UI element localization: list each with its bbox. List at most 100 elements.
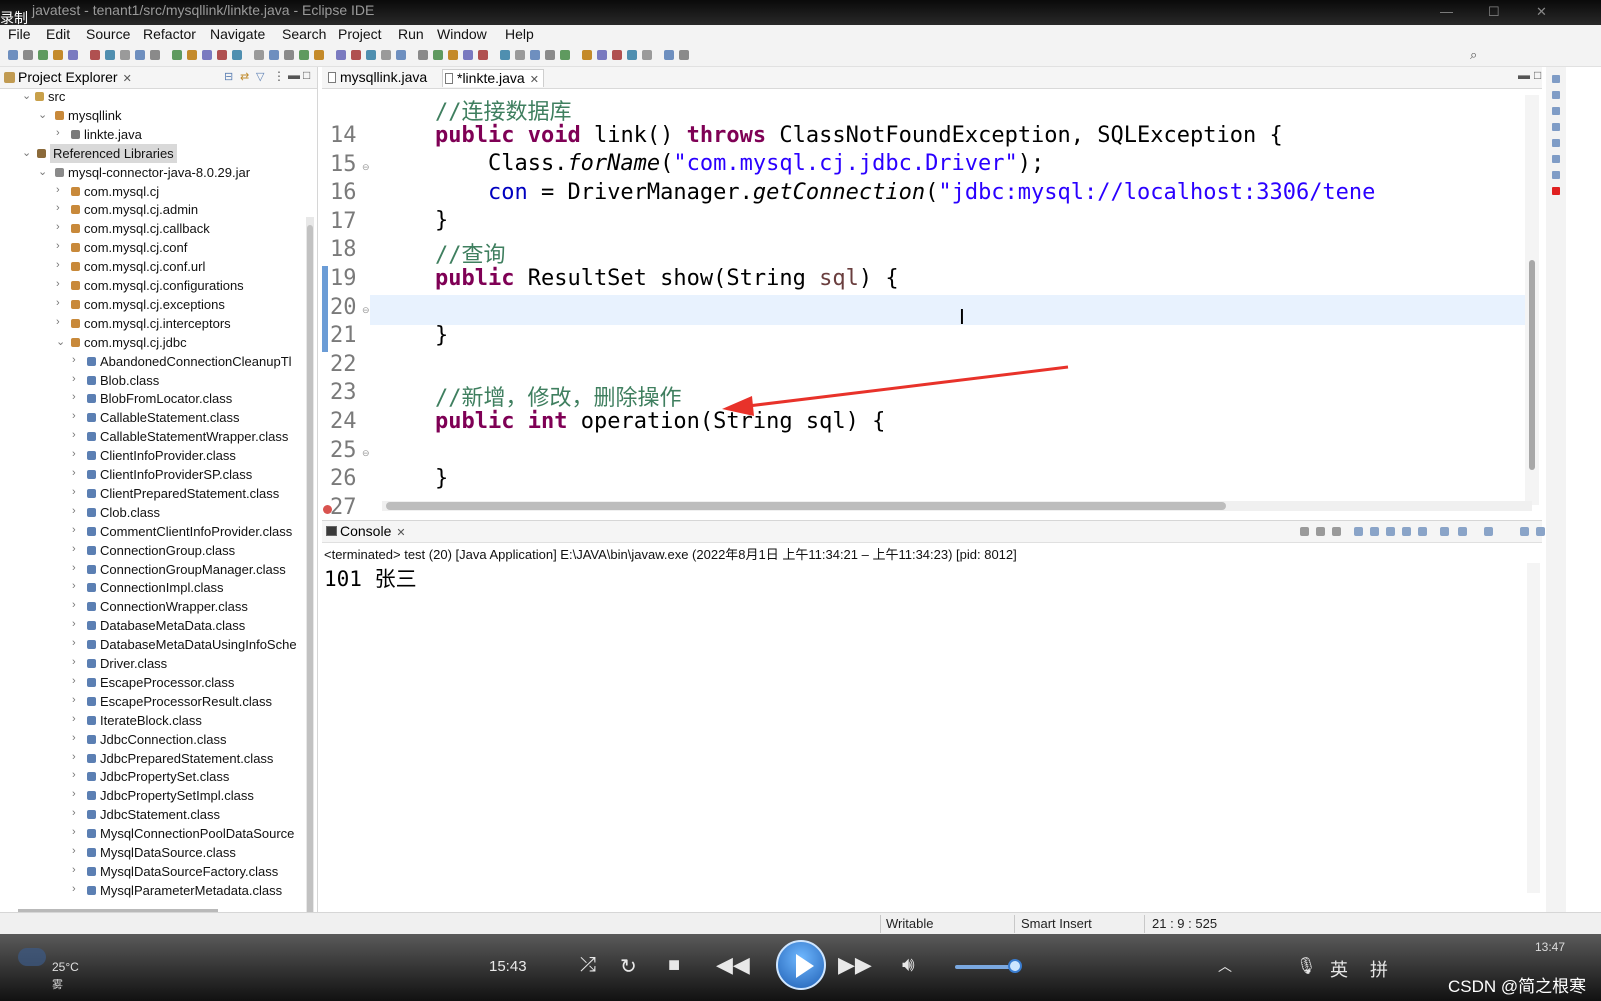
tree-item[interactable]: MysqlDataSourceFactory.class (100, 862, 278, 881)
microphone-icon[interactable]: 🎙︎ (1296, 956, 1316, 976)
show-on-error-icon[interactable] (1418, 527, 1427, 536)
minimize-view-icon[interactable]: ▬ (288, 68, 300, 82)
tree-item[interactable]: com.mysql.cj.jdbc (84, 333, 187, 352)
chevron-right-icon[interactable]: › (72, 524, 76, 536)
toolbar-button-icon[interactable] (597, 50, 607, 60)
tree-item[interactable]: MysqlConnectionPoolDataSource (100, 824, 294, 843)
trim-view-icon[interactable] (1552, 75, 1560, 83)
tree-item[interactable]: ClientInfoProviderSP.class (100, 465, 252, 484)
scrollbar-thumb[interactable] (1529, 260, 1535, 470)
toolbar-button-icon[interactable] (381, 50, 391, 60)
chevron-right-icon[interactable]: › (72, 675, 76, 687)
chevron-right-icon[interactable]: › (56, 240, 60, 252)
tree-item[interactable]: JdbcPreparedStatement.class (100, 749, 273, 768)
toolbar-button-icon[interactable] (232, 50, 242, 60)
toolbar-button-icon[interactable] (120, 50, 130, 60)
chevron-right-icon[interactable]: › (72, 410, 76, 422)
collapse-all-icon[interactable]: ⊟ (224, 70, 233, 83)
toolbar-button-icon[interactable] (135, 50, 145, 60)
toolbar-button-icon[interactable] (269, 50, 279, 60)
chevron-right-icon[interactable]: › (72, 448, 76, 460)
chevron-down-icon[interactable]: ⌄ (56, 335, 65, 348)
chevron-right-icon[interactable]: › (56, 221, 60, 233)
toolbar-button-icon[interactable] (448, 50, 458, 60)
tree-item[interactable]: com.mysql.cj.interceptors (84, 314, 231, 333)
trim-view-icon[interactable] (1552, 91, 1560, 99)
chevron-right-icon[interactable]: › (56, 278, 60, 290)
toolbar-button-icon[interactable] (8, 50, 18, 60)
menu-navigate[interactable]: Navigate (210, 26, 265, 42)
chevron-down-icon[interactable]: ⌄ (38, 108, 47, 121)
editor-vertical-scrollbar[interactable] (1525, 95, 1539, 505)
chevron-right-icon[interactable]: › (72, 373, 76, 385)
display-console-icon[interactable] (1458, 527, 1467, 536)
tree-item[interactable]: BlobFromLocator.class (100, 389, 232, 408)
tree-item[interactable]: com.mysql.cj.exceptions (84, 295, 225, 314)
tree-item[interactable]: DatabaseMetaDataUsingInfoSche (100, 635, 297, 654)
menu-help[interactable]: Help (505, 26, 534, 42)
chevron-right-icon[interactable]: › (72, 807, 76, 819)
word-wrap-icon[interactable] (1386, 527, 1395, 536)
minimize-icon[interactable]: — (1440, 4, 1453, 19)
toolbar-button-icon[interactable] (612, 50, 622, 60)
tab-project-explorer[interactable]: Project Explorer ✕ (4, 69, 132, 87)
trim-view-icon[interactable] (1552, 107, 1560, 115)
chevron-right-icon[interactable]: › (72, 845, 76, 857)
menu-window[interactable]: Window (437, 26, 487, 42)
code-line[interactable]: } (382, 466, 448, 491)
chevron-right-icon[interactable]: › (72, 751, 76, 763)
toolbar-button-icon[interactable] (187, 50, 197, 60)
toolbar-button-icon[interactable] (254, 50, 264, 60)
chevron-right-icon[interactable]: › (72, 732, 76, 744)
tree-item[interactable]: ClientInfoProvider.class (100, 446, 236, 465)
trim-view-icon[interactable] (1552, 171, 1560, 179)
chevron-right-icon[interactable]: › (72, 391, 76, 403)
trim-view-icon[interactable] (1552, 155, 1560, 163)
toolbar-button-icon[interactable] (679, 50, 689, 60)
toolbar-button-icon[interactable] (314, 50, 324, 60)
tab-linkte-java[interactable]: *linkte.java ✕ (442, 69, 544, 87)
maximize-icon[interactable]: ☐ (1488, 4, 1500, 20)
menu-edit[interactable]: Edit (46, 26, 70, 42)
chevron-right-icon[interactable]: › (72, 694, 76, 706)
toolbar-button-icon[interactable] (105, 50, 115, 60)
tree-item[interactable]: ClientPreparedStatement.class (100, 484, 279, 503)
fold-icon[interactable]: ⊖ (362, 305, 370, 316)
tree-item[interactable]: IterateBlock.class (100, 711, 202, 730)
tree-item[interactable]: JdbcPropertySetImpl.class (100, 786, 254, 805)
tree-item[interactable]: com.mysql.cj.conf.url (84, 257, 205, 276)
chevron-right-icon[interactable]: › (72, 637, 76, 649)
chevron-right-icon[interactable]: › (72, 562, 76, 574)
tree-item[interactable]: com.mysql.cj (84, 182, 159, 201)
toolbar-button-icon[interactable] (336, 50, 346, 60)
chevron-right-icon[interactable]: › (72, 864, 76, 876)
chevron-right-icon[interactable]: › (72, 883, 76, 895)
chevron-right-icon[interactable]: › (72, 505, 76, 517)
remove-launch-icon[interactable] (1316, 527, 1325, 536)
tree-item[interactable]: DatabaseMetaData.class (100, 616, 245, 635)
volume-knob[interactable] (1008, 959, 1022, 973)
filter-icon[interactable]: ▽ (256, 70, 264, 83)
ime-language[interactable]: 英 (1330, 956, 1348, 982)
close-icon[interactable]: ✕ (396, 527, 405, 539)
view-menu-icon[interactable]: ⋮ (273, 69, 285, 83)
toolbar-button-icon[interactable] (172, 50, 182, 60)
code-line[interactable]: Class.forName("com.mysql.cj.jdbc.Driver"… (382, 151, 1044, 176)
volume-slider[interactable] (955, 965, 1015, 969)
code-line[interactable]: public ResultSet show(String sql) { (382, 266, 899, 291)
link-editor-icon[interactable]: ⇄ (240, 70, 249, 83)
toolbar-button-icon[interactable] (68, 50, 78, 60)
toolbar-button-icon[interactable] (202, 50, 212, 60)
toolbar-button-icon[interactable] (299, 50, 309, 60)
menu-run[interactable]: Run (398, 26, 424, 42)
code-line[interactable]: } (382, 323, 448, 348)
tree-item[interactable]: com.mysql.cj.conf (84, 238, 187, 257)
toolbar-button-icon[interactable] (53, 50, 63, 60)
toolbar-button-icon[interactable] (582, 50, 592, 60)
stop-icon[interactable]: ■ (668, 954, 680, 977)
chevron-right-icon[interactable]: › (72, 713, 76, 725)
toolbar-button-icon[interactable] (478, 50, 488, 60)
chevron-right-icon[interactable]: › (72, 354, 76, 366)
rewind-icon[interactable]: ◀◀ (716, 952, 750, 978)
chevron-right-icon[interactable]: › (56, 127, 60, 139)
